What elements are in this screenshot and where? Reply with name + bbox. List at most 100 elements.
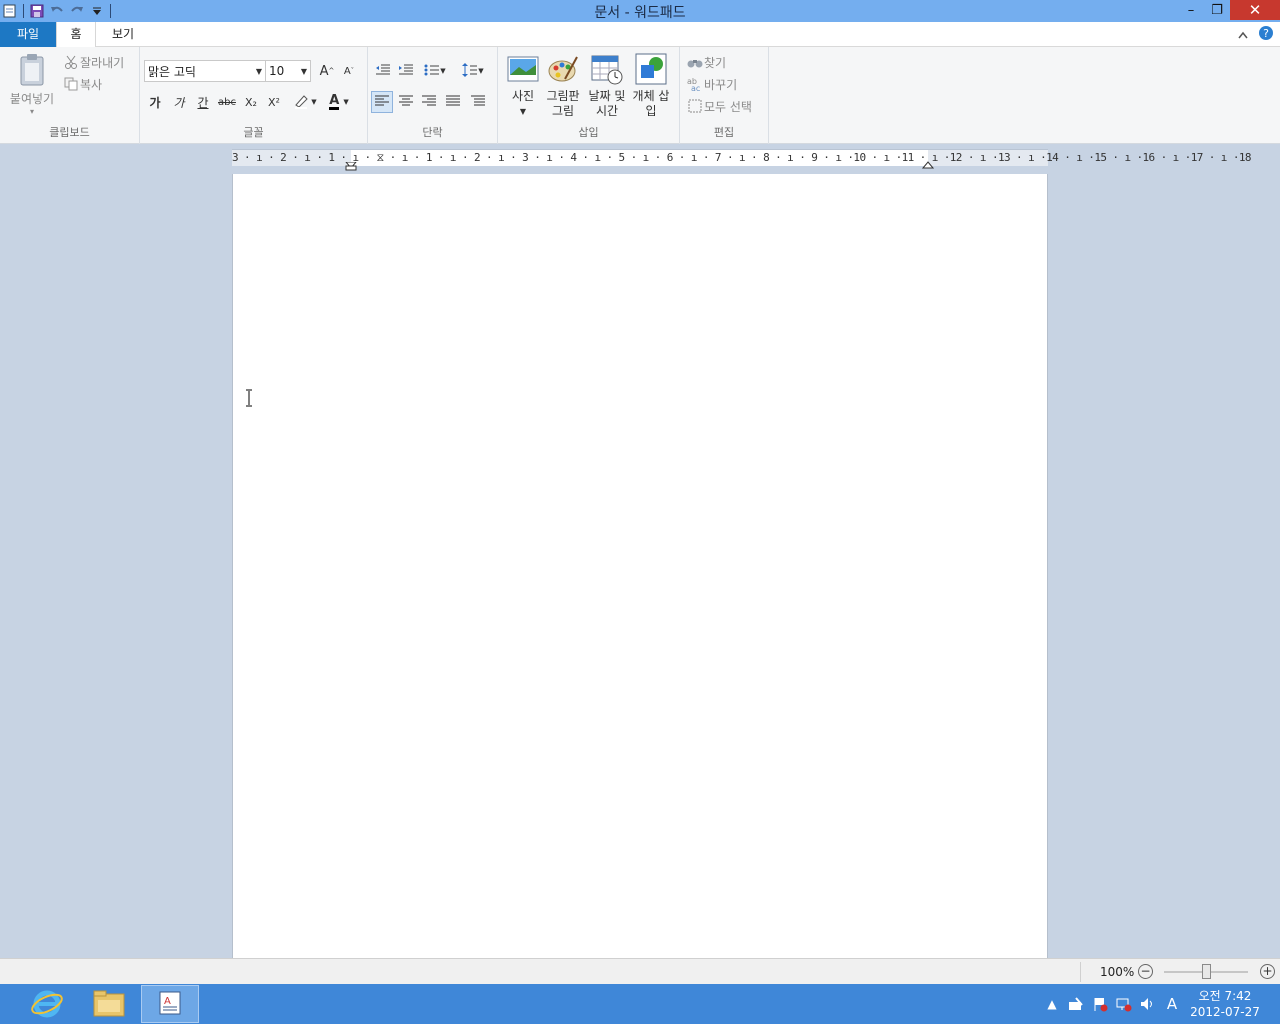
taskbar-file-explorer[interactable] — [80, 985, 138, 1023]
line-spacing-icon — [462, 62, 478, 80]
superscript-icon: X² — [268, 95, 280, 109]
minimize-button[interactable]: – — [1178, 0, 1204, 20]
paragraph-settings-button[interactable] — [467, 91, 489, 113]
superscript-button[interactable]: X² — [263, 91, 285, 113]
align-right-button[interactable] — [418, 91, 440, 113]
tab-home[interactable]: 홈 — [56, 22, 96, 48]
decrease-indent-button[interactable] — [372, 60, 394, 82]
highlighter-icon — [293, 93, 311, 112]
clipboard-group-label: 클립보드 — [49, 126, 90, 139]
security-flag-icon[interactable] — [1088, 992, 1112, 1016]
chevron-down-icon: ▼ — [300, 67, 307, 76]
strikethrough-button[interactable]: abc — [216, 91, 238, 113]
increase-indent-button[interactable] — [395, 60, 417, 82]
object-icon — [635, 53, 667, 85]
select-all-button[interactable]: 모두 선택 — [686, 97, 752, 115]
shrink-font-icon: A — [343, 65, 351, 77]
chevron-down-icon: ▼ — [519, 107, 527, 116]
italic-button[interactable]: 가 — [168, 91, 190, 113]
datetime-label: 날짜 및 시간 — [588, 89, 626, 118]
clock[interactable]: 오전 7:42 2012-07-27 — [1184, 988, 1266, 1020]
insert-object-button[interactable]: 개체 삽입 — [630, 53, 672, 119]
highlight-color-button[interactable]: ▼ — [290, 91, 320, 113]
network-icon[interactable] — [1112, 992, 1136, 1016]
copy-icon — [62, 75, 80, 93]
svg-text:A: A — [164, 996, 171, 1007]
chevron-down-icon: ▼ — [440, 67, 446, 75]
cut-label: 잘라내기 — [80, 55, 125, 70]
svg-text:?: ? — [1263, 27, 1269, 40]
insert-datetime-button[interactable]: 날짜 및 시간 — [586, 53, 628, 119]
zoom-slider-thumb[interactable] — [1201, 964, 1211, 979]
insert-picture-button[interactable]: 사진 ▼ — [502, 53, 544, 119]
subscript-icon: X₂ — [245, 95, 257, 109]
group-paragraph: ▼ ▼ 단락 — [368, 47, 498, 144]
bold-button[interactable]: 가 — [144, 91, 166, 113]
right-indent-marker-icon[interactable] — [921, 158, 935, 172]
underline-button[interactable]: 간 — [192, 91, 214, 113]
copy-label: 복사 — [80, 77, 103, 92]
grow-font-icon: A — [319, 63, 329, 79]
text-cursor-icon — [244, 389, 254, 407]
font-color-icon: A — [329, 93, 340, 110]
bold-icon: 가 — [149, 95, 161, 110]
shrink-font-button[interactable]: Aˇ — [338, 60, 360, 82]
first-line-indent-marker-icon[interactable] — [344, 160, 358, 174]
ruler[interactable]: 3 · ı · 2 · ı · 1 · ı · ⧖ · ı · 1 · ı · … — [232, 149, 1252, 171]
action-center-flag-icon[interactable] — [1064, 992, 1088, 1016]
cut-button[interactable]: 잘라내기 — [62, 53, 124, 71]
zoom-in-button[interactable]: + — [1260, 964, 1275, 979]
align-center-button[interactable] — [395, 91, 417, 113]
folder-icon — [92, 988, 126, 1021]
tab-view[interactable]: 보기 — [100, 22, 146, 47]
ime-indicator[interactable]: A — [1160, 992, 1184, 1016]
system-tray: ▲ A 오전 7:42 2012-07-27 — [1040, 984, 1280, 1024]
font-size-value: 10 — [269, 64, 285, 78]
font-group-label: 글꼴 — [243, 126, 264, 139]
object-label: 개체 삽입 — [632, 89, 670, 118]
font-color-button[interactable]: A ▼ — [324, 91, 354, 113]
taskbar-wordpad[interactable]: A — [141, 985, 199, 1023]
window-title: 문서 - 워드패드 — [594, 5, 686, 21]
font-family-select[interactable]: 맑은 고딕 ▼ — [144, 60, 266, 82]
ribbon: 붙여넣기 ▾ 잘라내기 복사 클립보드 맑은 고딕 ▼ 10 ▼ A ^ A ˇ… — [0, 47, 1280, 144]
window-controls: – ❐ ✕ — [1178, 0, 1280, 22]
zoom-level[interactable]: 100% — [1100, 965, 1134, 979]
minimize-ribbon-icon[interactable] — [1238, 28, 1248, 42]
close-button[interactable]: ✕ — [1230, 0, 1280, 20]
tab-file[interactable]: 파일 — [0, 22, 56, 47]
paste-button[interactable]: 붙여넣기 ▾ — [6, 53, 58, 116]
line-spacing-button[interactable]: ▼ — [458, 60, 488, 82]
increase-indent-icon — [398, 63, 414, 80]
scissors-icon — [62, 53, 80, 71]
insert-paint-button[interactable]: 그림판 그림 — [542, 53, 584, 119]
clock-time: 오전 7:42 — [1198, 989, 1252, 1003]
ribbon-right-controls: ? — [1238, 25, 1274, 44]
internet-explorer-icon — [30, 986, 64, 1023]
find-button[interactable]: 찾기 — [686, 53, 726, 71]
picture-label: 사진 — [511, 89, 535, 103]
document-page[interactable] — [232, 174, 1048, 958]
font-size-select[interactable]: 10 ▼ — [265, 60, 311, 82]
copy-button[interactable]: 복사 — [62, 75, 102, 93]
bullet-list-button[interactable]: ▼ — [420, 60, 450, 82]
clock-date: 2012-07-27 — [1190, 1005, 1260, 1019]
select-all-icon — [686, 97, 704, 115]
group-font: 맑은 고딕 ▼ 10 ▼ A ^ Aˇ 가 가 간 abc X₂ X² ▼ A … — [140, 47, 368, 144]
volume-icon[interactable] — [1136, 992, 1160, 1016]
subscript-button[interactable]: X₂ — [240, 91, 262, 113]
restore-button[interactable]: ❐ — [1204, 0, 1230, 20]
replace-label: 바꾸기 — [704, 77, 738, 92]
svg-text:ac: ac — [691, 84, 700, 92]
align-left-button[interactable] — [371, 91, 393, 113]
paste-dropdown-icon[interactable]: ▾ — [30, 107, 34, 116]
zoom-out-button[interactable]: − — [1138, 964, 1153, 979]
help-icon[interactable]: ? — [1258, 25, 1274, 44]
replace-button[interactable]: ab ac 바꾸기 — [686, 75, 737, 93]
grow-font-button[interactable]: A ^ — [316, 60, 338, 82]
show-hidden-icons-icon[interactable]: ▲ — [1040, 992, 1064, 1016]
justify-icon — [446, 95, 460, 110]
justify-button[interactable] — [442, 91, 464, 113]
taskbar-internet-explorer[interactable] — [18, 985, 76, 1023]
paste-label: 붙여넣기 — [9, 92, 55, 106]
